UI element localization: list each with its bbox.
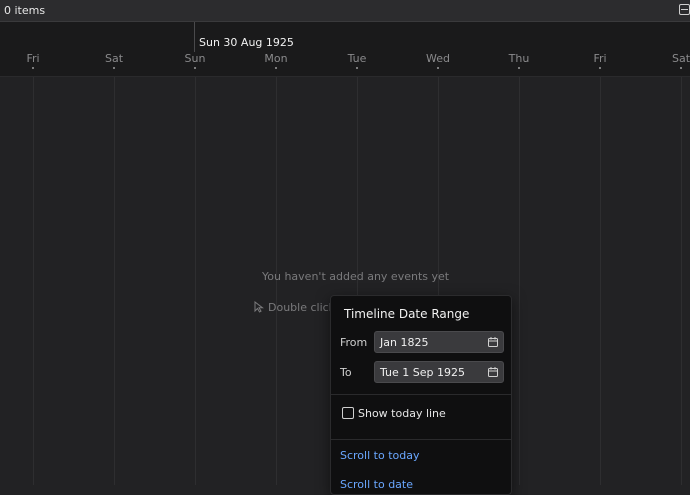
panel-toggle-icon[interactable] — [679, 4, 690, 15]
day-label: Sat — [104, 52, 124, 65]
day-tick — [518, 67, 520, 69]
grid-line — [519, 77, 520, 485]
calendar-icon[interactable] — [488, 367, 498, 377]
day-tick — [437, 67, 439, 69]
day-label: Wed — [426, 52, 450, 65]
day-tick — [113, 67, 115, 69]
grid-line — [114, 77, 115, 485]
from-date-value: Jan 1825 — [380, 336, 429, 349]
date-range-popover: Timeline Date Range From Jan 1825 To Tue… — [330, 295, 512, 495]
divider — [331, 394, 511, 395]
from-date-input[interactable]: Jan 1825 — [374, 331, 504, 353]
grid-line — [600, 77, 601, 485]
day-tick — [356, 67, 358, 69]
day-label: Sat — [671, 52, 690, 65]
to-date-input[interactable]: Tue 1 Sep 1925 — [374, 361, 504, 383]
empty-state-hint: Double click — [254, 301, 335, 314]
current-date-marker — [194, 22, 195, 52]
calendar-icon[interactable] — [488, 337, 498, 347]
popover-title: Timeline Date Range — [344, 307, 470, 321]
day-label: Fri — [593, 52, 607, 65]
grid-line — [681, 77, 682, 485]
day-tick — [194, 67, 196, 69]
show-today-label[interactable]: Show today line — [358, 407, 446, 420]
timeline-header: Sun 30 Aug 1925 Fri Sat Sun Mon Tue Wed … — [0, 22, 690, 77]
day-label: Thu — [508, 52, 530, 65]
current-date-label: Sun 30 Aug 1925 — [199, 36, 294, 49]
empty-state-hint-text: Double click — [268, 301, 336, 314]
day-tick — [32, 67, 34, 69]
items-count: 0 items — [4, 4, 46, 17]
day-label: Sun — [184, 52, 206, 65]
day-tick — [275, 67, 277, 69]
day-tick — [680, 67, 682, 69]
to-label: To — [340, 366, 352, 379]
day-label: Mon — [264, 52, 288, 65]
day-label: Fri — [26, 52, 40, 65]
scroll-to-today-link[interactable]: Scroll to today — [340, 449, 419, 462]
day-tick — [599, 67, 601, 69]
day-label: Tue — [347, 52, 367, 65]
top-bar: 0 items — [0, 0, 690, 22]
cursor-icon — [254, 301, 264, 313]
show-today-checkbox[interactable] — [342, 407, 354, 419]
divider — [331, 439, 511, 440]
empty-state-title: You haven't added any events yet — [262, 270, 450, 283]
from-label: From — [340, 336, 368, 349]
grid-line — [33, 77, 34, 485]
to-date-value: Tue 1 Sep 1925 — [380, 366, 466, 379]
grid-line — [195, 77, 196, 485]
